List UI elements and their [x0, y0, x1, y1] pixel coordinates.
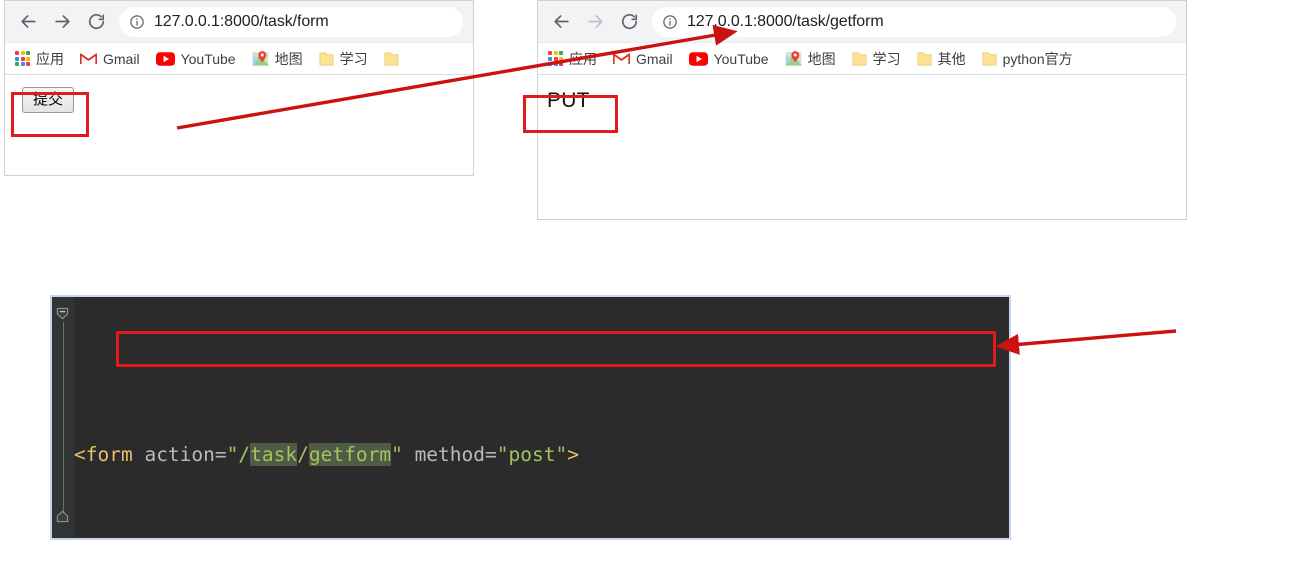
- reload-icon[interactable]: [614, 7, 644, 37]
- browser-toolbar-left: 127.0.0.1:8000/task/form: [5, 1, 473, 43]
- navigation-buttons-right: [538, 7, 644, 37]
- youtube-icon: [688, 51, 708, 66]
- address-bar-right[interactable]: 127.0.0.1:8000/task/getform: [652, 6, 1176, 37]
- bookmark-maps-left[interactable]: 地图: [252, 49, 303, 69]
- bookmark-folder-clipped-left[interactable]: [384, 51, 405, 67]
- token-equals: =: [214, 443, 227, 466]
- bookmark-apps-left[interactable]: 应用: [15, 49, 64, 69]
- bookmark-gmail-left[interactable]: Gmail: [80, 51, 140, 67]
- bookmark-label: 学习: [872, 50, 901, 67]
- folder-icon: [384, 51, 399, 67]
- bookmark-label: 学习: [339, 50, 368, 67]
- youtube-icon: [155, 51, 175, 66]
- folder-icon: [917, 51, 932, 67]
- bookmark-label: Gmail: [103, 50, 140, 67]
- code-lines: <form action="/task/getform" method="pos…: [52, 297, 1009, 538]
- folder-icon: [852, 51, 867, 67]
- bookmark-youtube-left[interactable]: YouTube: [155, 50, 236, 67]
- back-icon[interactable]: [13, 7, 43, 37]
- bookmark-folder-python-right[interactable]: python官方: [982, 49, 1073, 69]
- token-attr-action: action: [144, 443, 215, 466]
- google-maps-icon: [252, 50, 269, 67]
- token-form-open-tag: <form: [74, 443, 133, 466]
- bookmark-maps-right[interactable]: 地图: [785, 49, 836, 69]
- csrf-token-pointer-arrow: [995, 329, 1177, 355]
- browser-window-getform: 127.0.0.1:8000/task/getform 应用 Gmail You…: [537, 0, 1187, 220]
- token-gt: >: [567, 443, 579, 466]
- bookmark-label: 应用: [569, 50, 597, 67]
- gmail-icon: [613, 52, 630, 65]
- bookmark-label: 地图: [274, 50, 303, 67]
- browser-window-form: 127.0.0.1:8000/task/form 应用 Gmail YouTub…: [4, 0, 474, 176]
- bookmark-label: YouTube: [713, 50, 769, 67]
- response-text: PUT: [547, 89, 590, 112]
- google-maps-icon: [785, 50, 802, 67]
- bookmark-youtube-right[interactable]: YouTube: [688, 50, 769, 67]
- forward-icon[interactable]: [47, 7, 77, 37]
- url-text-left: 127.0.0.1:8000/task/form: [154, 12, 329, 30]
- code-line-1[interactable]: <form action="/task/getform" method="pos…: [52, 437, 1009, 472]
- reload-icon[interactable]: [81, 7, 111, 37]
- gmail-icon: [80, 52, 97, 65]
- folder-icon: [982, 51, 997, 67]
- bookmark-label: 地图: [807, 50, 836, 67]
- token-quote-close: ": [391, 443, 403, 466]
- token-equals: =: [485, 443, 497, 466]
- bookmark-label: python官方: [1002, 50, 1073, 67]
- back-icon[interactable]: [546, 7, 576, 37]
- token-highlight-getform: getform: [308, 443, 392, 466]
- bookmark-folder-study-left[interactable]: 学习: [319, 49, 368, 69]
- token-value-post: "post": [496, 443, 568, 466]
- bookmark-folder-study-right[interactable]: 学习: [852, 49, 901, 69]
- bookmark-label: Gmail: [636, 50, 673, 67]
- submit-button[interactable]: 提交: [22, 87, 75, 113]
- bookmark-apps-right[interactable]: 应用: [548, 49, 597, 69]
- site-info-icon[interactable]: [129, 14, 145, 30]
- navigation-buttons-left: [5, 7, 111, 37]
- browser-toolbar-right: 127.0.0.1:8000/task/getform: [538, 1, 1186, 43]
- folder-icon: [319, 51, 334, 67]
- address-bar-left[interactable]: 127.0.0.1:8000/task/form: [119, 6, 463, 37]
- apps-grid-icon: [548, 51, 563, 66]
- page-content-left: 提交: [5, 75, 473, 175]
- forward-icon: [580, 7, 610, 37]
- bookmark-label: 其他: [937, 50, 966, 67]
- bookmark-gmail-right[interactable]: Gmail: [613, 51, 673, 67]
- bookmarks-bar-right: 应用 Gmail YouTube 地图 学习 其他 python官方: [538, 43, 1186, 75]
- token-highlight-task: task: [250, 443, 298, 466]
- site-info-icon[interactable]: [662, 14, 678, 30]
- url-text-right: 127.0.0.1:8000/task/getform: [687, 12, 884, 30]
- bookmark-label: YouTube: [180, 50, 236, 67]
- token-slash: /: [297, 443, 309, 466]
- page-content-right: PUT: [538, 75, 1186, 219]
- token-slash: /: [238, 443, 251, 466]
- code-editor-snippet: <form action="/task/getform" method="pos…: [50, 295, 1011, 540]
- apps-grid-icon: [15, 51, 30, 66]
- bookmarks-bar-left: 应用 Gmail YouTube 地图 学习: [5, 43, 473, 75]
- token-attr-method: method: [414, 443, 486, 466]
- token-quote-open: ": [226, 443, 239, 466]
- bookmark-label: 应用: [36, 50, 64, 67]
- bookmark-folder-other-right[interactable]: 其他: [917, 49, 966, 69]
